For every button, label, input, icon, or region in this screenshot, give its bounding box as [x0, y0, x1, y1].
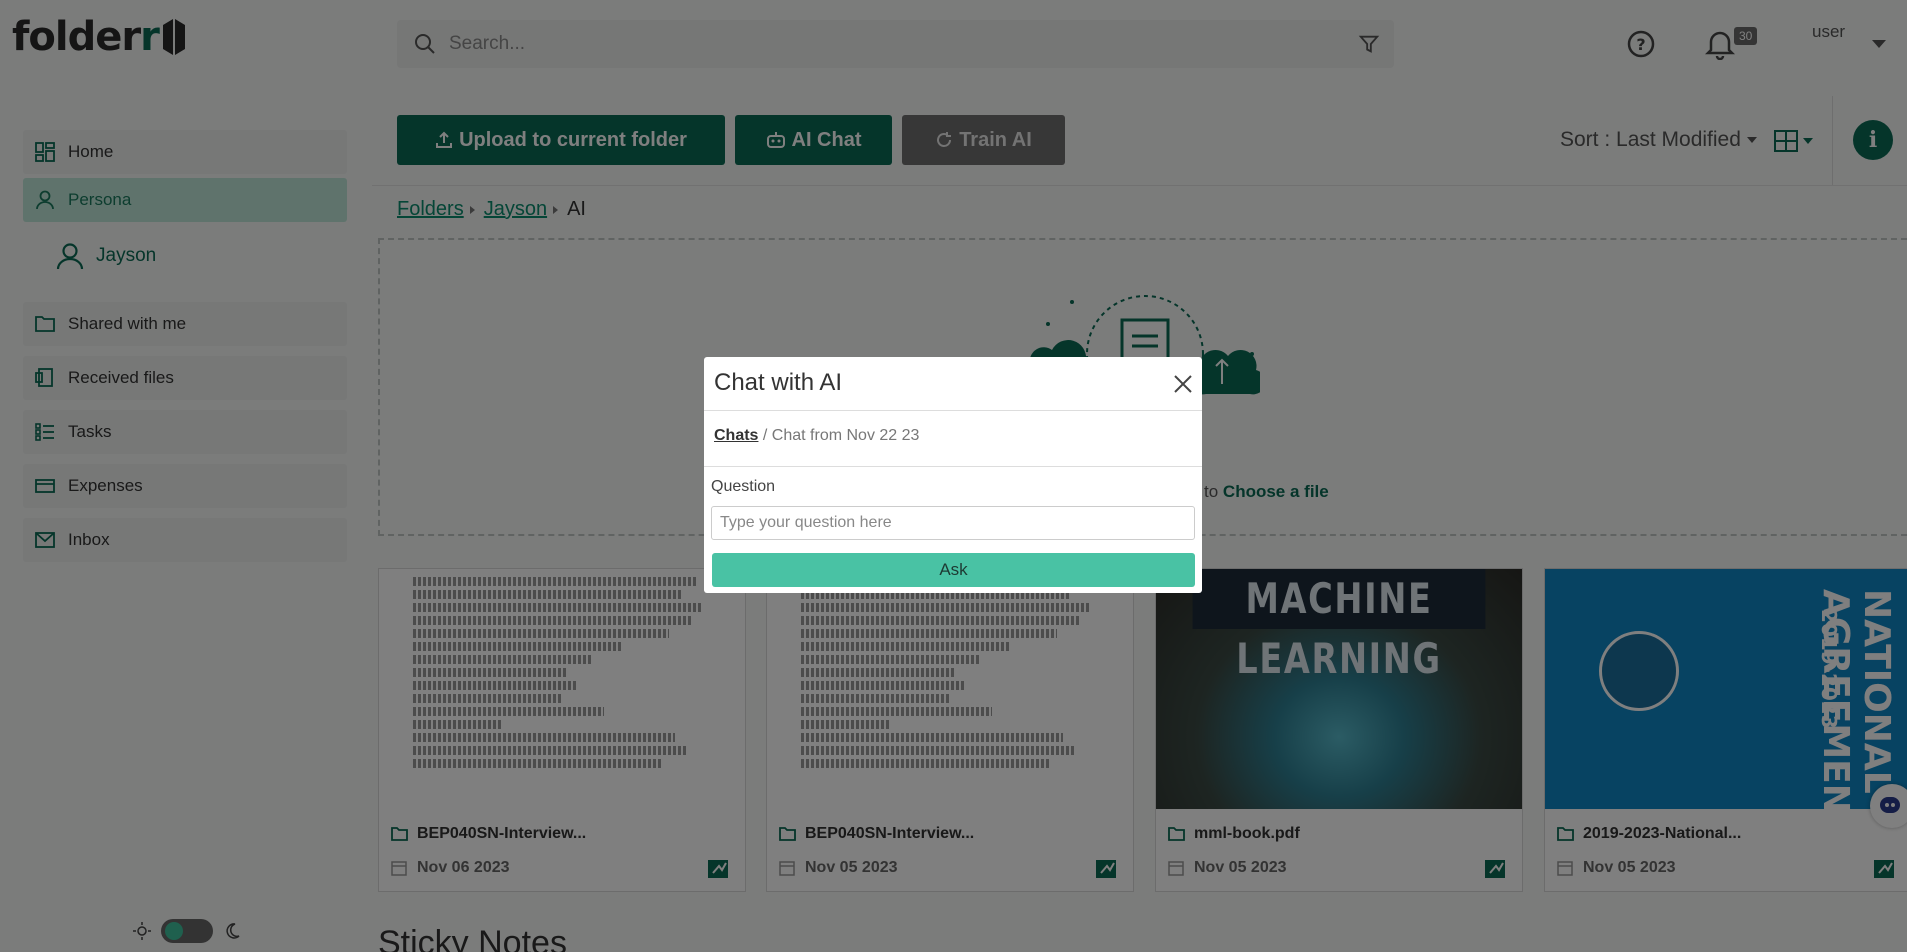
ask-button[interactable]: Ask: [712, 553, 1195, 587]
chat-current-label: / Chat from Nov 22 23: [762, 427, 920, 444]
chat-with-ai-modal: Chat with AI Chats / Chat from Nov 22 23…: [704, 357, 1202, 593]
modal-header: Chat with AI: [704, 357, 1202, 411]
chats-link[interactable]: Chats: [714, 427, 758, 444]
close-icon[interactable]: [1172, 373, 1194, 395]
question-label: Question: [711, 478, 776, 495]
modal-breadcrumb: Chats / Chat from Nov 22 23: [704, 411, 1202, 467]
question-input[interactable]: Type your question here: [711, 506, 1195, 540]
modal-title: Chat with AI: [714, 369, 843, 396]
